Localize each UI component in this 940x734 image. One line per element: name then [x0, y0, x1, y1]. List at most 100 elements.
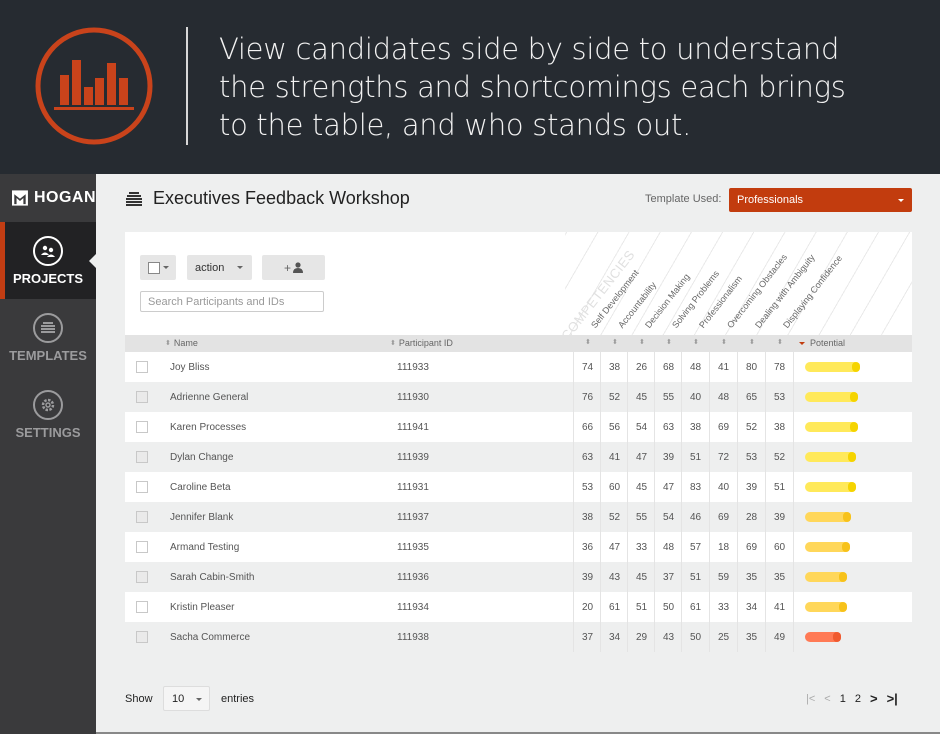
- row-checkbox[interactable]: [136, 631, 148, 643]
- bar-chart-logo-icon: [35, 27, 153, 145]
- sort-icon: ⬍: [777, 339, 783, 346]
- potential-bar: [805, 602, 847, 612]
- participant-name: Karen Processes: [170, 422, 247, 433]
- banner-line: the strengths and shortcomings each brin…: [219, 70, 846, 104]
- competency-score: 63: [581, 452, 594, 463]
- potential-bar: [805, 452, 856, 462]
- sort-icon: ⬍: [165, 340, 171, 347]
- competency-score: 48: [662, 542, 675, 553]
- column-divider: [573, 352, 574, 652]
- last-page-button[interactable]: >|: [887, 691, 898, 706]
- potential-bar-end: [843, 512, 851, 522]
- competency-score: 52: [608, 392, 621, 403]
- competency-score: 45: [635, 392, 648, 403]
- column-sort-competency[interactable]: ⬍: [749, 338, 758, 346]
- column-sort-competency[interactable]: ⬍: [777, 338, 786, 346]
- potential-bar: [805, 572, 847, 582]
- sort-icon: ⬍: [612, 339, 618, 346]
- row-checkbox[interactable]: [136, 451, 148, 463]
- brand-logo[interactable]: HOGAN: [0, 174, 96, 222]
- stack-icon: [126, 191, 142, 206]
- potential-bar: [805, 482, 856, 492]
- add-participant-button[interactable]: +: [262, 255, 325, 280]
- competency-score: 52: [773, 452, 786, 463]
- competency-score: 51: [773, 482, 786, 493]
- page-button[interactable]: 2: [855, 693, 861, 705]
- competency-score: 38: [773, 422, 786, 433]
- participant-name: Armand Testing: [170, 542, 240, 553]
- competency-score: 20: [581, 602, 594, 613]
- competency-score: 61: [608, 602, 621, 613]
- row-checkbox[interactable]: [136, 481, 148, 493]
- potential-bar: [805, 512, 851, 522]
- potential-bar: [805, 632, 841, 642]
- checkbox-icon: [147, 261, 160, 274]
- participant-id: 111930: [397, 392, 429, 403]
- column-header-name[interactable]: ⬍ Name: [165, 338, 198, 348]
- sidebar-item-projects[interactable]: PROJECTS: [0, 222, 96, 299]
- participant-id: 111935: [397, 542, 429, 553]
- competency-score: 36: [581, 542, 594, 553]
- column-sort-competency[interactable]: ⬍: [612, 338, 621, 346]
- table-header: ⬍ Name ⬍ Participant ID ⬍ ⬍ ⬍ ⬍ ⬍ ⬍ ⬍ ⬍ …: [125, 335, 912, 352]
- participant-name: Sarah Cabin-Smith: [170, 572, 255, 583]
- participant-name: Sacha Commerce: [170, 632, 251, 643]
- row-checkbox[interactable]: [136, 421, 148, 433]
- row-checkbox[interactable]: [136, 571, 148, 583]
- competency-score: 38: [608, 362, 621, 373]
- competency-score: 69: [717, 512, 730, 523]
- template-select[interactable]: Professionals: [729, 188, 912, 212]
- first-page-button[interactable]: |<: [806, 693, 815, 705]
- select-all-dropdown[interactable]: [140, 255, 176, 280]
- prev-page-button[interactable]: <: [824, 693, 830, 705]
- column-sort-competency[interactable]: ⬍: [693, 338, 702, 346]
- column-sort-competency[interactable]: ⬍: [639, 338, 648, 346]
- competency-score: 47: [608, 542, 621, 553]
- row-checkbox[interactable]: [136, 361, 148, 373]
- competency-score: 39: [745, 482, 758, 493]
- column-header-potential[interactable]: Potential: [799, 338, 845, 348]
- participant-id: 111937: [397, 512, 429, 523]
- competency-score: 18: [717, 542, 730, 553]
- sidebar-item-label: TEMPLATES: [9, 347, 87, 363]
- row-checkbox[interactable]: [136, 601, 148, 613]
- hogan-logo-icon: [12, 190, 28, 206]
- sidebar-item-templates[interactable]: TEMPLATES: [0, 299, 96, 376]
- action-label: action: [195, 261, 225, 274]
- pagination: |< < 1 2 > >|: [806, 691, 907, 706]
- row-checkbox[interactable]: [136, 541, 148, 553]
- competency-score: 68: [662, 362, 675, 373]
- competency-score: 54: [662, 512, 675, 523]
- participant-name: Kristin Pleaser: [170, 602, 235, 613]
- row-checkbox[interactable]: [136, 511, 148, 523]
- column-sort-competency[interactable]: ⬍: [666, 338, 675, 346]
- competency-score: 51: [635, 602, 648, 613]
- column-sort-competency[interactable]: ⬍: [721, 338, 730, 346]
- competency-score: 55: [662, 392, 675, 403]
- competency-score: 60: [773, 542, 786, 553]
- row-checkbox[interactable]: [136, 391, 148, 403]
- competency-score: 52: [608, 512, 621, 523]
- page-size-select[interactable]: 10: [163, 686, 210, 711]
- page-title: Executives Feedback Workshop: [125, 188, 410, 209]
- sidebar-item-settings[interactable]: SETTINGS: [0, 376, 96, 453]
- sort-icon: ⬍: [693, 339, 699, 346]
- potential-bar-end: [848, 452, 856, 462]
- competency-score: 50: [662, 602, 675, 613]
- potential-bar-end: [850, 422, 858, 432]
- competency-score: 47: [662, 482, 675, 493]
- promo-banner: View candidates side by side to understa…: [0, 0, 940, 174]
- competency-score: 74: [581, 362, 594, 373]
- competency-score: 57: [689, 542, 702, 553]
- banner-line: View candidates side by side to understa…: [219, 32, 840, 66]
- action-dropdown[interactable]: action: [187, 255, 252, 280]
- page-size-value: 10: [172, 693, 185, 705]
- brand-name: HOGAN: [33, 189, 96, 206]
- column-header-pid[interactable]: ⬍ Participant ID: [390, 338, 453, 348]
- competency-score: 83: [689, 482, 702, 493]
- sort-icon: ⬍: [390, 340, 396, 347]
- search-input[interactable]: [140, 291, 324, 312]
- page-button[interactable]: 1: [840, 693, 846, 705]
- next-page-button[interactable]: >: [870, 691, 878, 706]
- column-sort-competency[interactable]: ⬍: [585, 338, 594, 346]
